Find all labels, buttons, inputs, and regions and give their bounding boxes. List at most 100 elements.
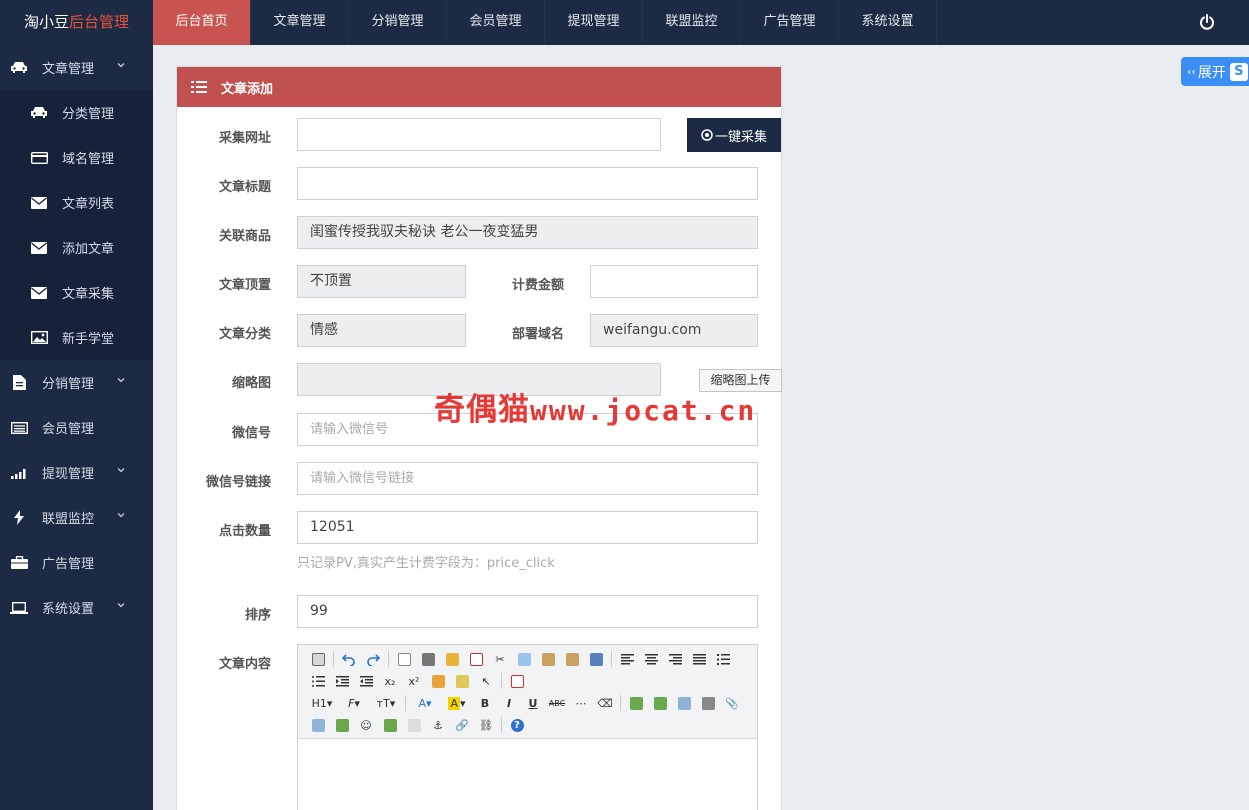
attachment-icon[interactable]: 📎 — [720, 693, 744, 713]
one-click-collect-button[interactable]: 一键采集 — [687, 118, 781, 152]
eraser-icon[interactable]: ⌫ — [593, 693, 617, 713]
double-chevron-left-icon: ‹‹ — [1187, 65, 1196, 78]
align-right-icon[interactable] — [663, 649, 687, 669]
anchor-icon[interactable]: ⚓ — [426, 715, 450, 735]
bold-icon[interactable]: B — [473, 693, 497, 713]
select-all-icon[interactable]: ↖ — [474, 671, 498, 691]
clicks-input[interactable]: 12051 — [297, 511, 758, 544]
underline-icon[interactable]: U — [521, 693, 545, 713]
top-select[interactable]: 不顶置 — [297, 265, 466, 298]
clear-format-icon[interactable] — [426, 671, 450, 691]
template-icon[interactable] — [440, 649, 464, 669]
sidebar-group-label: 联盟监控 — [42, 512, 95, 527]
multi-image-icon[interactable] — [648, 693, 672, 713]
unlink-icon[interactable]: ⛓ — [474, 715, 498, 735]
media-icon[interactable] — [696, 693, 720, 713]
paste-text-icon[interactable] — [560, 649, 584, 669]
editor-body[interactable] — [298, 739, 757, 809]
table-icon[interactable] — [306, 715, 330, 735]
undo-icon[interactable] — [337, 649, 361, 669]
sidebar-group-ads[interactable]: 广告管理 — [0, 540, 153, 585]
italic-icon[interactable]: I — [497, 693, 521, 713]
tab-ads[interactable]: 广告管理 — [741, 0, 839, 45]
help-icon[interactable]: ? — [505, 715, 529, 735]
title-input[interactable] — [297, 167, 758, 200]
domain-select[interactable]: weifangu.com — [590, 314, 758, 347]
collect-url-input[interactable] — [297, 118, 661, 151]
indent-icon[interactable] — [330, 671, 354, 691]
redo-icon[interactable] — [361, 649, 385, 669]
paste-word-icon[interactable] — [584, 649, 608, 669]
superscript-icon[interactable]: x² — [402, 671, 426, 691]
sidebar-group-withdraw[interactable]: 提现管理 — [0, 450, 153, 495]
toolbar-separator — [388, 651, 389, 667]
power-icon[interactable] — [1199, 14, 1215, 30]
align-justify-icon[interactable] — [687, 649, 711, 669]
sidebar-item-article-collect[interactable]: 文章采集 — [0, 270, 153, 315]
expand-button[interactable]: ‹‹ 展开 S — [1181, 57, 1249, 86]
cut-icon[interactable]: ✂ — [488, 649, 512, 669]
sidebar-group-members[interactable]: 会员管理 — [0, 405, 153, 450]
source-code-icon[interactable] — [306, 649, 330, 669]
tab-distribution[interactable]: 分销管理 — [349, 0, 447, 45]
tab-settings[interactable]: 系统设置 — [839, 0, 937, 45]
sidebar-item-add-article[interactable]: 添加文章 — [0, 225, 153, 270]
sidebar-group-settings[interactable]: 系统设置 — [0, 585, 153, 630]
sidebar-group-label: 提现管理 — [42, 467, 95, 482]
insert-image-icon[interactable] — [624, 693, 648, 713]
sidebar-group-distribution[interactable]: 分销管理 — [0, 360, 153, 405]
content-editor: ✂ x₂ x² ↖ H1▾ F ▾ тT▾ A▾ A ▾ B I U ABC ⋯… — [297, 644, 758, 810]
highlight-color-icon[interactable]: A ▾ — [441, 693, 473, 713]
print-icon[interactable] — [416, 649, 440, 669]
brand-logo: 淘小豆后台管理 — [0, 0, 153, 45]
horizontal-rule-icon[interactable]: ⋯ — [569, 693, 593, 713]
tab-alliance[interactable]: 联盟监控 — [643, 0, 741, 45]
font-color-icon[interactable]: A▾ — [409, 693, 441, 713]
format-painter-icon[interactable] — [450, 671, 474, 691]
unordered-list-icon[interactable] — [306, 671, 330, 691]
align-left-icon[interactable] — [615, 649, 639, 669]
envelope-icon — [30, 286, 48, 300]
category-select[interactable]: 情感 — [297, 314, 466, 347]
watermark-cn: 奇偶猫 — [434, 392, 530, 428]
sidebar-item-domain[interactable]: 域名管理 — [0, 135, 153, 180]
tab-members[interactable]: 会员管理 — [447, 0, 545, 45]
strikethrough-icon[interactable]: ABC — [545, 693, 569, 713]
outdent-icon[interactable] — [354, 671, 378, 691]
product-field[interactable]: 闺蜜传授我驭夫秘诀 老公一夜变猛男 — [297, 216, 758, 249]
heading-icon[interactable]: H1▾ — [306, 693, 338, 713]
flash-icon[interactable] — [672, 693, 696, 713]
ordered-list-icon[interactable] — [711, 649, 735, 669]
sidebar-group-articles[interactable]: 文章管理 — [0, 45, 153, 90]
subscript-icon[interactable]: x₂ — [378, 671, 402, 691]
sidebar-group-alliance[interactable]: 联盟监控 — [0, 495, 153, 540]
fee-input[interactable] — [590, 265, 758, 298]
font-size-icon[interactable]: тT▾ — [370, 693, 402, 713]
wechat-link-input[interactable]: 请输入微信号链接 — [297, 462, 758, 495]
image-icon — [30, 331, 48, 345]
insert-hr-icon[interactable] — [330, 715, 354, 735]
preview-icon[interactable] — [392, 649, 416, 669]
tab-articles[interactable]: 文章管理 — [251, 0, 349, 45]
map-icon[interactable] — [378, 715, 402, 735]
paste-icon[interactable] — [536, 649, 560, 669]
wechat-link-label: 微信号链接 — [205, 475, 271, 490]
laptop-icon — [10, 601, 28, 615]
sidebar-item-article-list[interactable]: 文章列表 — [0, 180, 153, 225]
emoticon-icon[interactable]: ☺ — [354, 715, 378, 735]
sort-input[interactable]: 99 — [297, 595, 758, 628]
toolbar-separator — [501, 717, 502, 733]
sidebar-item-category[interactable]: 分类管理 — [0, 90, 153, 135]
font-family-icon[interactable]: F ▾ — [338, 693, 370, 713]
tab-home[interactable]: 后台首页 — [153, 0, 251, 45]
fullscreen-icon[interactable] — [505, 671, 529, 691]
link-icon[interactable]: 🔗 — [450, 715, 474, 735]
tab-withdraw[interactable]: 提现管理 — [545, 0, 643, 45]
code-icon[interactable] — [464, 649, 488, 669]
chevron-down-icon — [117, 63, 125, 68]
copy-icon[interactable] — [512, 649, 536, 669]
sidebar-item-tutorial[interactable]: 新手学堂 — [0, 315, 153, 360]
align-center-icon[interactable] — [639, 649, 663, 669]
toolbar-separator — [333, 651, 334, 667]
page-break-icon[interactable] — [402, 715, 426, 735]
